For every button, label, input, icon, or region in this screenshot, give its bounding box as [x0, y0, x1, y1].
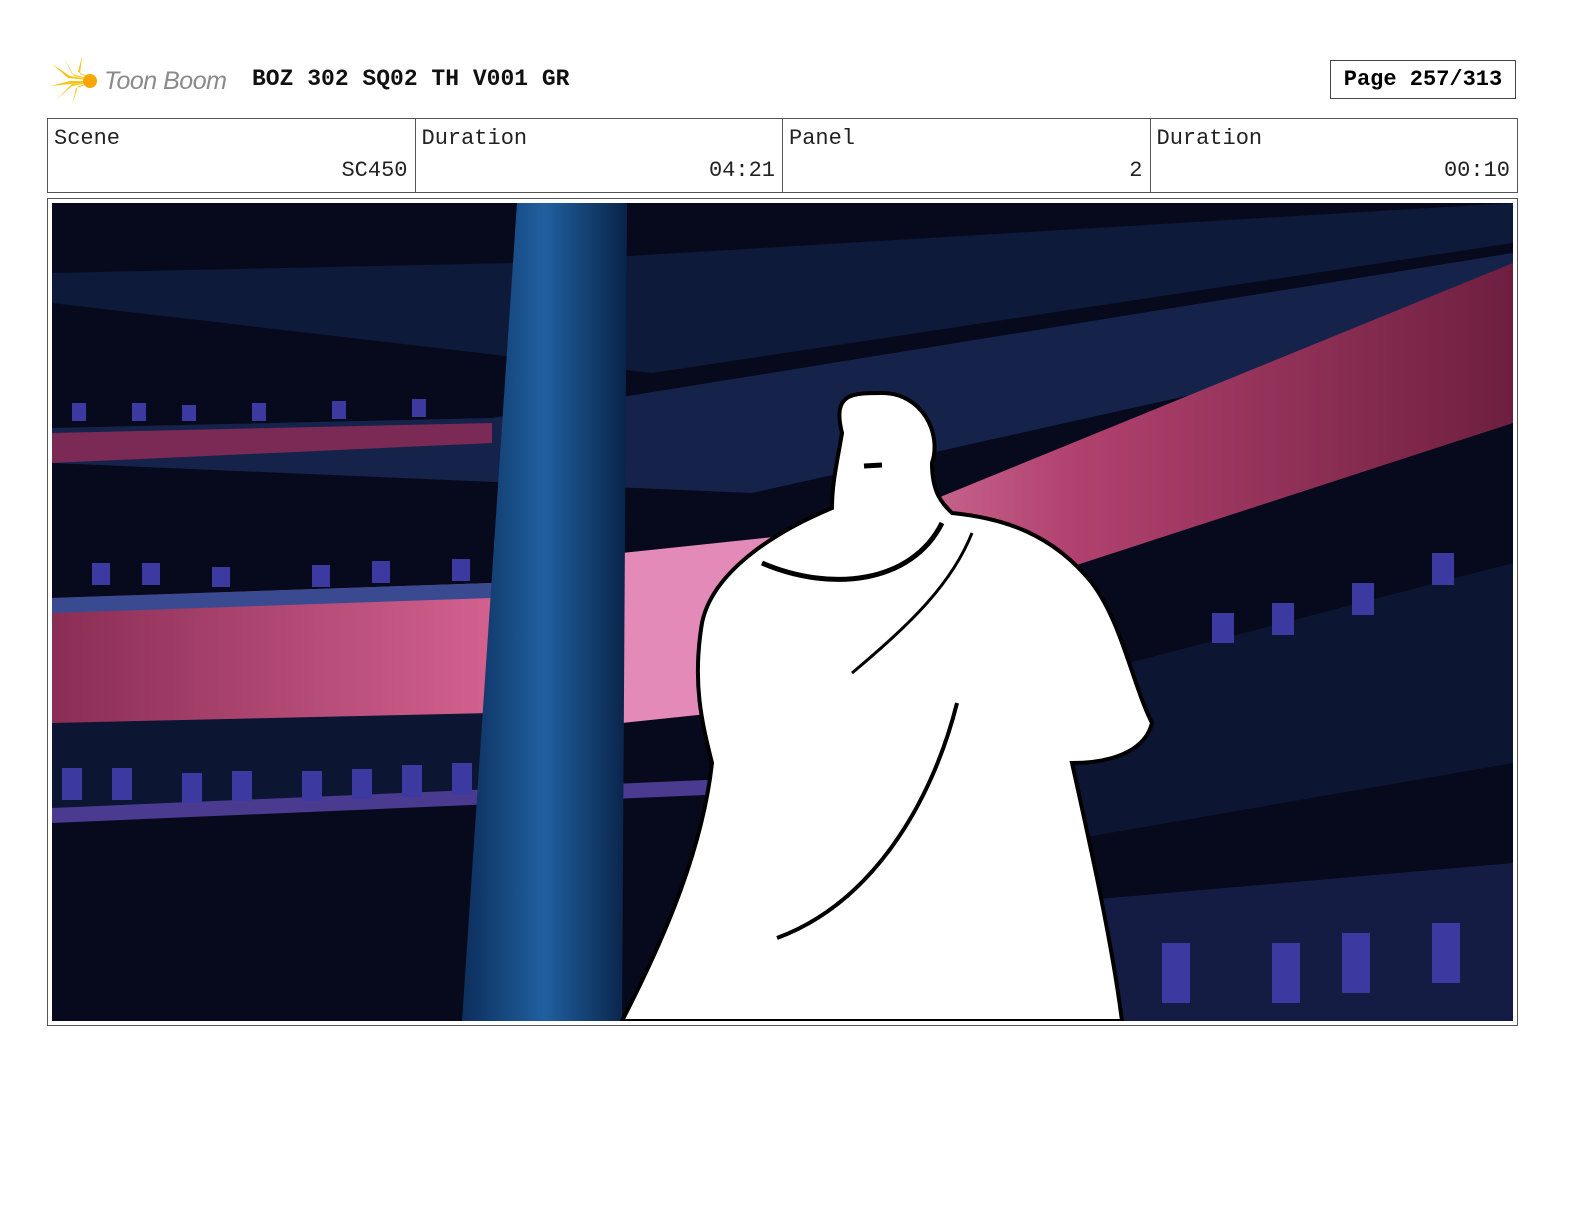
panel-info-table: Scene SC450 Duration 04:21 Panel 2 Durat…	[47, 118, 1518, 193]
toon-boom-logo: Toon Boom	[50, 56, 227, 106]
scene-duration-label: Duration	[421, 126, 528, 151]
scene-cell: Scene SC450	[48, 119, 416, 192]
panel-duration-value: 00:10	[1443, 158, 1510, 183]
document-title: BOZ 302 SQ02 TH V001 GR	[252, 66, 570, 92]
panel-value: 2	[1129, 158, 1143, 183]
panel-label: Panel	[789, 126, 856, 151]
scene-label: Scene	[54, 126, 121, 151]
storyboard-panel-image	[52, 203, 1513, 1021]
panel-duration-cell: Duration 00:10	[1151, 119, 1518, 192]
starburst-icon	[50, 56, 98, 105]
scene-value: SC450	[341, 158, 408, 183]
panel-cell: Panel 2	[783, 119, 1151, 192]
panel-duration-label: Duration	[1156, 126, 1263, 151]
page-number: Page 257/313	[1330, 60, 1516, 99]
scene-duration-cell: Duration 04:21	[416, 119, 783, 192]
logo-text: Toon Boom	[104, 66, 227, 95]
panel-frame	[47, 198, 1518, 1026]
scene-duration-value: 04:21	[708, 158, 775, 183]
